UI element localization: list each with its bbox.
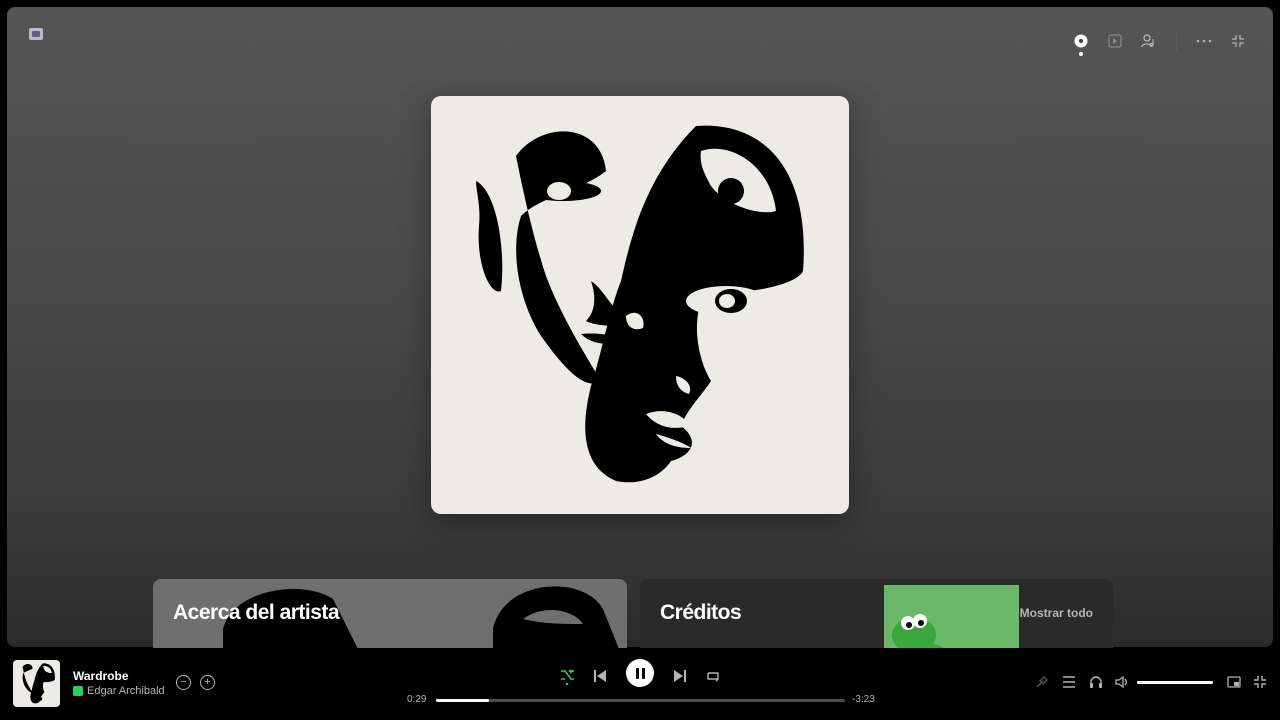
playback-progress-bar[interactable]: [436, 699, 845, 702]
elapsed-time: 0:29: [407, 694, 427, 705]
next-track-button[interactable]: [666, 662, 694, 690]
play-queue-icon[interactable]: [1098, 24, 1132, 58]
now-playing-view-icon[interactable]: [1064, 24, 1098, 58]
add-to-playlist-button[interactable]: +: [200, 675, 215, 690]
exit-fullscreen-button-icon[interactable]: [1251, 673, 1269, 691]
credits-title: Créditos: [660, 601, 742, 624]
exit-fullscreen-icon[interactable]: [1221, 24, 1255, 58]
smart-shuffle-button[interactable]: [553, 662, 581, 690]
fullscreen-now-playing-view: [7, 7, 1273, 647]
toolbar-divider: [1176, 31, 1177, 51]
top-bar-controls: [1064, 24, 1255, 58]
now-playing-thumbnail[interactable]: [13, 660, 60, 707]
about-artist-card[interactable]: Acerca del artista: [153, 579, 627, 659]
playback-progress-fill: [436, 699, 490, 702]
playback-bar: Wardrobe Edgar Archibald − + 0:29 -3:23: [0, 648, 1280, 720]
queue-icon[interactable]: [1060, 673, 1078, 691]
credits-card: Créditos Mostrar todo: [640, 579, 1113, 659]
connect-device-icon[interactable]: [1087, 673, 1105, 691]
app-icon[interactable]: [29, 28, 43, 40]
volume-icon[interactable]: [1114, 673, 1132, 691]
pause-button[interactable]: [626, 659, 654, 687]
volume-slider[interactable]: [1137, 681, 1213, 684]
microphone-lyrics-icon[interactable]: [1033, 673, 1051, 691]
volume-level-fill: [1137, 681, 1213, 684]
mini-player-icon[interactable]: [1225, 673, 1243, 691]
track-artist[interactable]: Edgar Archibald: [87, 685, 165, 697]
friend-activity-icon[interactable]: [1132, 24, 1166, 58]
album-cover-art: [431, 96, 849, 514]
remove-from-library-button[interactable]: −: [176, 675, 191, 690]
credits-show-all-link[interactable]: Mostrar todo: [1020, 606, 1093, 620]
downloaded-icon: [73, 686, 83, 696]
remaining-time: -3:23: [852, 694, 875, 705]
track-title[interactable]: Wardrobe: [73, 669, 129, 683]
previous-track-button[interactable]: [586, 662, 614, 690]
more-options-icon[interactable]: [1187, 24, 1221, 58]
repeat-button[interactable]: [699, 662, 727, 690]
about-artist-title: Acerca del artista: [173, 601, 340, 624]
